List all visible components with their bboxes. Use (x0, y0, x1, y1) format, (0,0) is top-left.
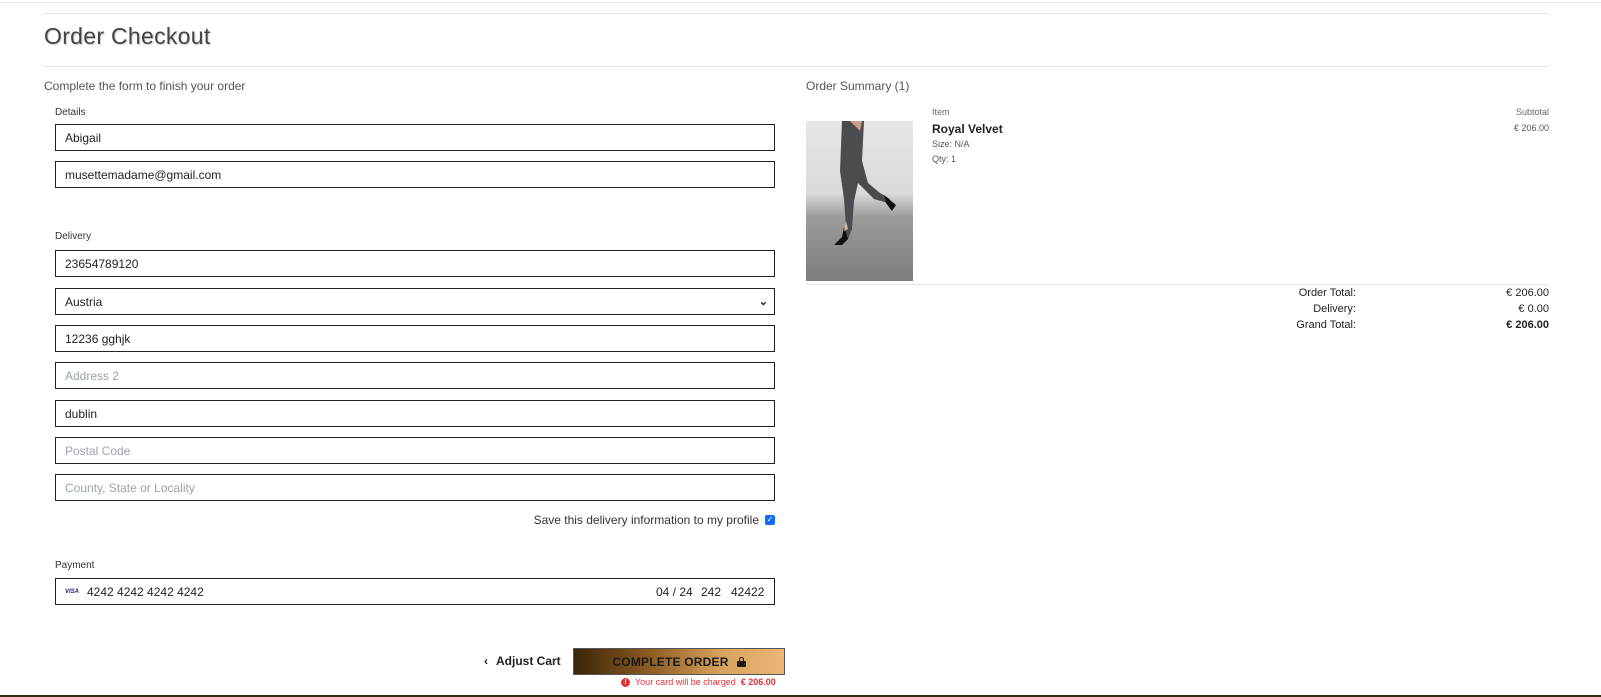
country-selected-value: Austria (65, 294, 103, 309)
town-input[interactable]: dublin (55, 400, 775, 427)
adjust-cart-link[interactable]: ‹ Adjust Cart (484, 654, 561, 668)
save-info-label: Save this delivery information to my pro… (533, 513, 759, 527)
card-cvc[interactable]: 242 (701, 585, 721, 599)
country-select[interactable]: Austria ⌄ (55, 288, 775, 315)
grand-total-value: € 206.00 (1506, 319, 1549, 331)
save-info-checkbox[interactable]: ✓ (765, 515, 775, 525)
county-input[interactable]: County, State or Locality (55, 474, 775, 501)
grand-total-label: Grand Total: (1296, 319, 1356, 331)
card-element[interactable]: VISA 4242 4242 4242 4242 04 / 24 242 424… (55, 578, 775, 605)
chevron-down-icon: ⌄ (758, 296, 768, 308)
header-divider-bottom (44, 66, 1548, 67)
complete-order-label: COMPLETE ORDER (612, 654, 729, 669)
card-zip[interactable]: 42422 (731, 585, 764, 599)
phone-input[interactable]: 23654789120 (55, 250, 775, 277)
product-photo (834, 121, 896, 245)
item-column-label: Item (932, 107, 950, 117)
street-address2-input[interactable]: Address 2 (55, 362, 775, 389)
street-address1-input[interactable]: 12236 gghjk (55, 325, 775, 352)
product-subtotal: € 206.00 (1513, 123, 1549, 133)
chevron-left-icon: ‹ (484, 654, 488, 668)
subtotal-column-label: Subtotal (1515, 107, 1549, 117)
summary-divider (806, 284, 1548, 285)
visa-icon: VISA (65, 588, 80, 595)
charge-notice-text: Your card will be charged (635, 677, 736, 687)
product-size: Size: N/A (932, 139, 970, 149)
product-image[interactable] (806, 121, 913, 281)
page-title: Order Checkout (44, 23, 211, 49)
delivery-cost-label: Delivery: (1313, 303, 1356, 315)
postcode-input[interactable]: Postal Code (55, 437, 775, 464)
header-divider-top (44, 13, 1548, 14)
email-input[interactable]: musettemadame@gmail.com (55, 161, 775, 188)
charge-notice: ! Your card will be charged € 206.00 (621, 677, 776, 687)
delivery-cost-value: € 0.00 (1518, 303, 1549, 315)
complete-order-button[interactable]: COMPLETE ORDER (573, 648, 785, 675)
charge-amount: € 206.00 (740, 677, 776, 687)
lock-icon (736, 656, 746, 667)
form-intro: Complete the form to finish your order (44, 79, 246, 93)
details-label: Details (55, 107, 86, 118)
full-name-input[interactable]: Abigail (55, 124, 775, 151)
card-expiry[interactable]: 04 / 24 (656, 585, 693, 599)
order-total-label: Order Total: (1298, 287, 1356, 299)
adjust-cart-label: Adjust Cart (496, 654, 561, 668)
product-qty: Qty: 1 (932, 154, 957, 164)
exclamation-circle-icon: ! (621, 677, 630, 687)
payment-label: Payment (55, 560, 95, 571)
card-number[interactable]: 4242 4242 4242 4242 (87, 585, 204, 599)
delivery-label: Delivery (55, 231, 92, 242)
order-summary-title: Order Summary (1) (806, 79, 910, 93)
save-info-row: Save this delivery information to my pro… (534, 513, 775, 527)
order-total-value: € 206.00 (1506, 287, 1549, 299)
top-border (0, 2, 1601, 3)
product-name: Royal Velvet (932, 122, 1003, 136)
